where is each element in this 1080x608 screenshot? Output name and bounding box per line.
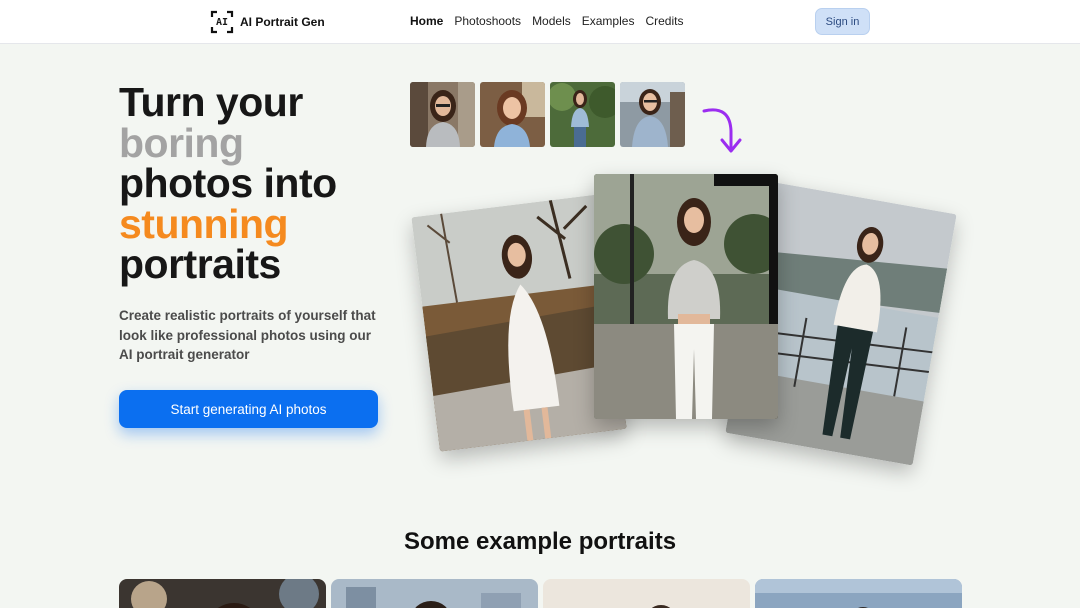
nav-home[interactable]: Home — [410, 14, 443, 28]
brand-name: AI Portrait Gen — [240, 15, 325, 29]
nav-examples[interactable]: Examples — [582, 14, 635, 28]
headline-line-2: boring — [119, 119, 244, 166]
input-photo-thumbnail — [410, 82, 475, 147]
ai-bracket-logo-icon: AI — [210, 10, 234, 34]
nav-photoshoots[interactable]: Photoshoots — [454, 14, 521, 28]
input-photo-thumbnails — [410, 82, 685, 147]
input-photo-thumbnail — [550, 82, 615, 147]
example-portrait-card[interactable] — [119, 579, 326, 608]
headline-line-3: photos into — [119, 160, 337, 206]
headline-line-5: portraits — [119, 241, 281, 287]
example-portrait-card[interactable] — [543, 579, 750, 608]
hero-headline: Turn your boring photos into stunning po… — [119, 82, 419, 285]
example-portraits-gallery — [119, 579, 962, 608]
examples-section-title: Some example portraits — [403, 528, 677, 555]
headline-line-1: Turn your — [119, 79, 303, 125]
input-photo-thumbnail — [480, 82, 545, 147]
example-portrait-card[interactable] — [331, 579, 538, 608]
headline-line-4: stunning — [119, 200, 289, 247]
input-photo-thumbnail — [620, 82, 685, 147]
nav-models[interactable]: Models — [532, 14, 571, 28]
brand-logo[interactable]: AI AI Portrait Gen — [210, 10, 325, 34]
generated-portrait-street — [594, 174, 778, 419]
hero-subtext: Create realistic portraits of yourself t… — [119, 308, 376, 362]
sign-in-button[interactable]: Sign in — [815, 8, 870, 35]
nav-credits[interactable]: Credits — [645, 14, 683, 28]
top-navbar: AI AI Portrait Gen Home Photoshoots Mode… — [0, 0, 1080, 44]
example-portrait-card[interactable] — [755, 579, 962, 608]
main-nav: Home Photoshoots Models Examples Credits — [410, 14, 683, 28]
curved-arrow-down-icon — [700, 105, 750, 155]
logo-mark: AI — [215, 16, 229, 28]
start-generating-button[interactable]: Start generating AI photos — [119, 390, 378, 428]
